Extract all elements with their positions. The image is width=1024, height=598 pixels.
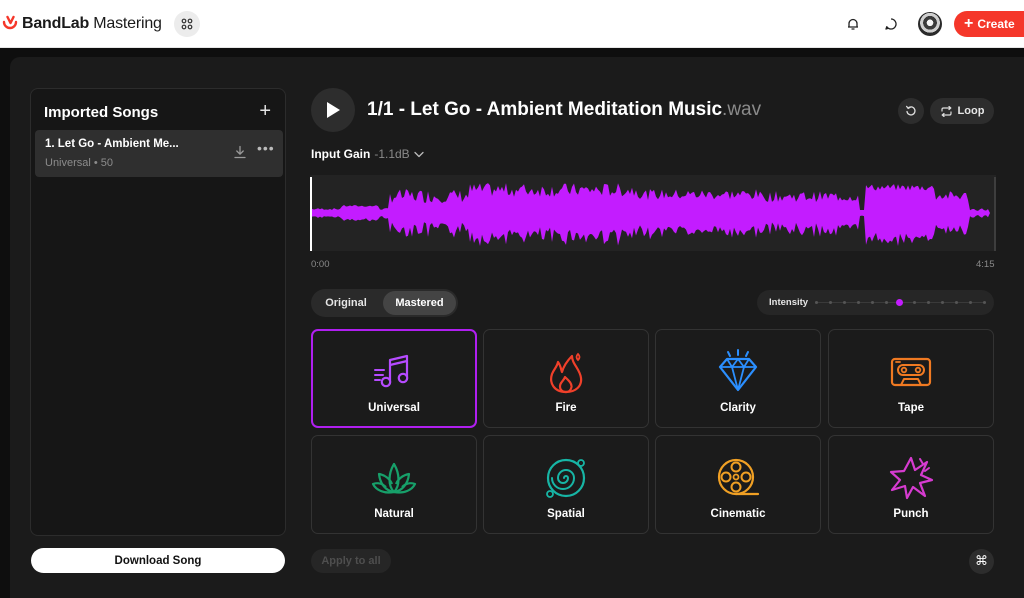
reset-button[interactable] <box>898 98 924 124</box>
time-start: 0:00 <box>311 259 330 270</box>
song-meta: Universal • 50 <box>45 157 114 169</box>
intensity-tick <box>871 301 874 304</box>
undo-icon <box>905 105 916 116</box>
film-reel-icon <box>714 454 762 502</box>
loop-button[interactable]: Loop <box>930 98 994 124</box>
apps-button[interactable] <box>174 11 200 37</box>
track-title: 1/1 - Let Go - Ambient Meditation Music.… <box>367 99 761 121</box>
spiral-galaxy-icon <box>542 454 590 502</box>
preset-natural[interactable]: Natural <box>311 435 477 534</box>
download-icon[interactable] <box>233 145 247 159</box>
create-label: Create <box>977 17 1015 31</box>
intensity-tick <box>885 301 888 304</box>
preset-cinematic[interactable]: Cinematic <box>655 435 821 534</box>
intensity-tick <box>927 301 930 304</box>
intensity-tick <box>857 301 860 304</box>
track-extension: .wav <box>722 99 762 120</box>
preset-fire[interactable]: Fire <box>483 329 649 428</box>
diamond-icon <box>714 348 762 396</box>
waveform[interactable] <box>310 175 996 251</box>
intensity-label: Intensity <box>769 297 809 308</box>
flame-icon <box>542 348 590 396</box>
burst-icon <box>887 454 935 502</box>
preset-label: Cinematic <box>710 508 766 520</box>
preset-punch[interactable]: Punch <box>828 435 994 534</box>
lotus-icon <box>370 454 418 502</box>
bandlab-logo-icon <box>2 15 18 30</box>
intensity-tick <box>941 301 944 304</box>
preset-universal[interactable]: Universal <box>311 329 477 428</box>
preset-label: Tape <box>898 402 924 414</box>
preset-label: Fire <box>555 402 577 414</box>
play-icon <box>327 102 340 118</box>
more-options-icon[interactable]: ••• <box>257 140 275 156</box>
intensity-tick <box>983 301 986 304</box>
track-name: 1/1 - Let Go - Ambient Meditation Music <box>367 99 723 120</box>
avatar[interactable] <box>918 12 942 36</box>
imported-songs-panel: Imported Songs + 1. Let Go - Ambient Me.… <box>30 88 286 536</box>
preset-tape[interactable]: Tape <box>828 329 994 428</box>
intensity-tick <box>969 301 972 304</box>
song-list-item[interactable]: 1. Let Go - Ambient Me... Universal • 50… <box>35 130 283 177</box>
original-option[interactable]: Original <box>313 291 379 315</box>
preset-label: Universal <box>368 402 420 414</box>
input-gain-dropdown[interactable]: Input Gain -1.1dB <box>311 147 424 161</box>
panel-title: Imported Songs <box>44 104 159 121</box>
music-notes-icon <box>370 348 418 396</box>
intensity-tick <box>913 301 916 304</box>
brand[interactable]: BandLab Mastering <box>0 12 162 36</box>
preset-label: Clarity <box>720 402 756 414</box>
intensity-tick <box>829 301 832 304</box>
preset-spatial[interactable]: Spatial <box>483 435 649 534</box>
original-mastered-toggle[interactable]: Original Mastered <box>311 289 458 317</box>
loop-icon <box>940 105 952 117</box>
plus-icon: + <box>964 15 974 32</box>
message-icon <box>885 18 897 30</box>
song-name: 1. Let Go - Ambient Me... <box>45 138 179 150</box>
intensity-tick <box>843 301 846 304</box>
input-gain-value: -1.1dB <box>374 147 410 161</box>
preset-clarity[interactable]: Clarity <box>655 329 821 428</box>
loop-label: Loop <box>957 105 985 117</box>
cassette-icon <box>887 348 935 396</box>
intensity-slider[interactable]: Intensity <box>757 290 994 315</box>
play-button[interactable] <box>311 88 355 132</box>
preset-label: Natural <box>374 508 414 520</box>
intensity-knob[interactable] <box>896 299 903 306</box>
brand-product: Mastering <box>93 15 162 32</box>
intensity-tick <box>955 301 958 304</box>
apply-to-all-button[interactable]: Apply to all <box>311 549 391 573</box>
time-end: 4:15 <box>976 259 995 270</box>
messages-button[interactable] <box>880 13 902 35</box>
apps-grid-icon <box>181 18 193 30</box>
chevron-down-icon <box>414 151 424 157</box>
bell-icon <box>848 18 858 30</box>
brand-name: BandLab <box>22 15 90 32</box>
input-gain-label: Input Gain <box>311 147 371 161</box>
intensity-tick <box>815 301 818 304</box>
preset-label: Punch <box>893 508 929 520</box>
waveform-graphic <box>310 177 996 251</box>
command-icon[interactable]: ⌘ <box>969 549 994 574</box>
create-button[interactable]: + Create <box>954 11 1024 37</box>
preset-label: Spatial <box>547 508 585 520</box>
notifications-button[interactable] <box>842 13 864 35</box>
mastered-option[interactable]: Mastered <box>383 291 456 315</box>
top-bar: BandLab Mastering + Create <box>0 0 1024 48</box>
waveform-shape <box>310 183 996 246</box>
add-song-button[interactable]: + <box>259 101 271 121</box>
download-song-button[interactable]: Download Song <box>31 548 285 573</box>
